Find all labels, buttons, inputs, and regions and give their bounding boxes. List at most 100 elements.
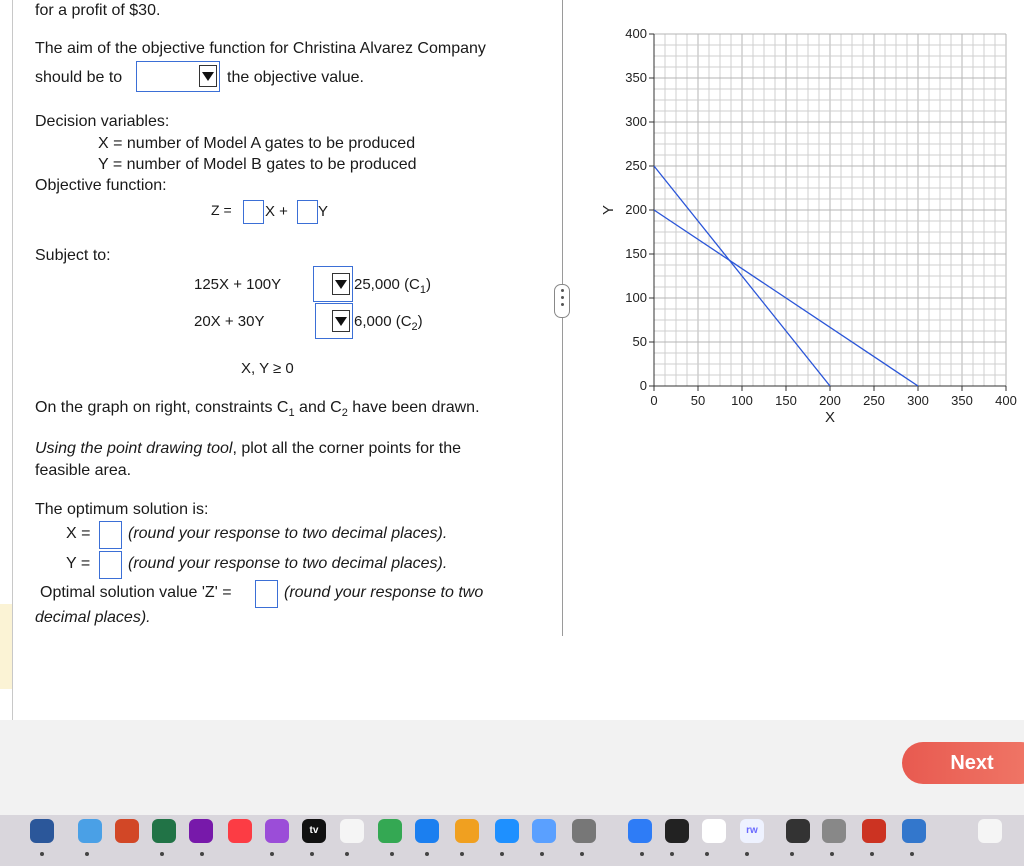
chart-grid (653, 33, 1007, 387)
x-tick-label: 100 (731, 393, 753, 408)
y-tick-label: 300 (625, 114, 647, 129)
chevron-down-icon (332, 310, 350, 332)
x-axis-label: X (825, 409, 835, 426)
systemsettings-icon[interactable] (572, 819, 596, 843)
dock-running-indicator (705, 852, 709, 856)
x-tick-label: 200 (819, 393, 841, 408)
next-button[interactable]: Next (902, 742, 1024, 784)
constraint-c1-lhs: 125X + 100Y (194, 276, 282, 293)
x-tick-label: 0 (650, 393, 657, 408)
powerpoint-icon[interactable] (115, 819, 139, 843)
dock-running-indicator (670, 852, 674, 856)
bluetooth-icon[interactable] (628, 819, 652, 843)
panel-resize-handle[interactable] (554, 284, 570, 318)
chevron-down-icon (199, 65, 217, 87)
x-optimum-input[interactable] (99, 521, 122, 549)
news-icon[interactable] (340, 819, 364, 843)
x-tick-label: 350 (951, 393, 973, 408)
left-panel-border (12, 0, 13, 720)
optimum-header: The optimum solution is: (35, 501, 209, 518)
y-tick-label: 50 (633, 334, 647, 349)
chrome-icon[interactable] (702, 819, 726, 843)
chart-axes (649, 33, 1007, 391)
dock-running-indicator (200, 852, 204, 856)
preview-icon[interactable] (532, 819, 556, 843)
chevron-down-icon (332, 273, 350, 295)
y-tick-label: 150 (625, 246, 647, 261)
dock-running-indicator (270, 852, 274, 856)
z-round-note: (round your response to two (284, 584, 484, 601)
y-coefficient-input[interactable] (297, 200, 318, 224)
excel-icon[interactable] (152, 819, 176, 843)
aim-line: The aim of the objective function for Ch… (35, 40, 486, 57)
dock-running-indicator (830, 852, 834, 856)
variable-x-definition: X = number of Model A gates to be produc… (98, 135, 416, 152)
profit-line: for a profit of $30. (35, 2, 161, 19)
constraint-c2-rhs: 6,000 (C2) (354, 313, 423, 333)
nonnegativity-constraint: X, Y ≥ 0 (241, 360, 294, 377)
panel-divider (562, 0, 563, 636)
y-tick-label: 100 (625, 290, 647, 305)
photobooth-icon[interactable] (862, 819, 886, 843)
constraint-c2-sign-dropdown[interactable] (315, 303, 353, 339)
word-icon[interactable] (30, 819, 54, 843)
y-optimum-input[interactable] (99, 551, 122, 579)
dock-running-indicator (160, 852, 164, 856)
numbers-icon[interactable] (378, 819, 402, 843)
onenote-icon[interactable] (189, 819, 213, 843)
dock-running-indicator (910, 852, 914, 856)
dock-running-indicator (640, 852, 644, 856)
appstore-icon[interactable] (495, 819, 519, 843)
y-tick-label: 0 (640, 378, 647, 393)
z-label: Z = (211, 202, 232, 218)
dock-running-indicator (790, 852, 794, 856)
graph-note: On the graph on right, constraints C1 an… (35, 399, 480, 419)
constraint-c2-lhs: 20X + 30Y (194, 313, 265, 330)
dock-running-indicator (745, 852, 749, 856)
dock-running-indicator (540, 852, 544, 856)
constraint-graph[interactable]: 0 50 100 150 200 250 300 350 400 0 50 100 150 200 250 3… (590, 20, 1024, 430)
z-optimum-label: Optimal solution value 'Z' = (40, 584, 232, 601)
trash-icon[interactable] (978, 819, 1002, 843)
objective-direction-dropdown[interactable] (136, 61, 220, 92)
dock-running-indicator (390, 852, 394, 856)
highlight-strip (0, 604, 12, 689)
y-axis-label: Y (600, 205, 617, 215)
y-tick-label: 400 (625, 26, 647, 41)
x-tick-label: 300 (907, 393, 929, 408)
dock-running-indicator (425, 852, 429, 856)
music-icon[interactable] (228, 819, 252, 843)
dock-running-indicator (85, 852, 89, 856)
decision-variables-header: Decision variables: (35, 113, 170, 130)
x-round-note: (round your response to two decimal plac… (128, 525, 448, 542)
y-round-note: (round your response to two decimal plac… (128, 555, 448, 572)
rw-icon[interactable]: rw (740, 819, 764, 843)
scanner-icon[interactable] (822, 819, 846, 843)
appletv-icon[interactable]: tv (302, 819, 326, 843)
y-equals-label: Y = (66, 555, 91, 572)
activity-icon[interactable] (665, 819, 689, 843)
z-round-note-line2: decimal places). (35, 609, 151, 626)
dock-running-indicator (580, 852, 584, 856)
finder-icon[interactable] (78, 819, 102, 843)
aim-line-start: should be to (35, 69, 123, 86)
z-optimum-input[interactable] (255, 580, 278, 608)
variable-y-definition: Y = number of Model B gates to be produc… (98, 156, 417, 173)
y-tick-label: 250 (625, 158, 647, 173)
x-coefficient-input[interactable] (243, 200, 264, 224)
navigation-bar (0, 720, 1024, 815)
x-plus-label: X + (265, 203, 288, 220)
y-label: Y (318, 203, 329, 220)
constraint-c1-sign-dropdown[interactable] (313, 266, 353, 302)
tool-note: Using the point drawing tool, plot all t… (35, 440, 462, 457)
dock-running-indicator (310, 852, 314, 856)
tool-note-line2: feasible area. (35, 462, 132, 479)
x-equals-label: X = (66, 525, 91, 542)
printer-icon[interactable] (786, 819, 810, 843)
podcasts-icon[interactable] (265, 819, 289, 843)
y-tick-label: 200 (625, 202, 647, 217)
pages-icon[interactable] (455, 819, 479, 843)
x-tick-label: 50 (691, 393, 705, 408)
finder2-icon[interactable] (902, 819, 926, 843)
keynote-icon[interactable] (415, 819, 439, 843)
